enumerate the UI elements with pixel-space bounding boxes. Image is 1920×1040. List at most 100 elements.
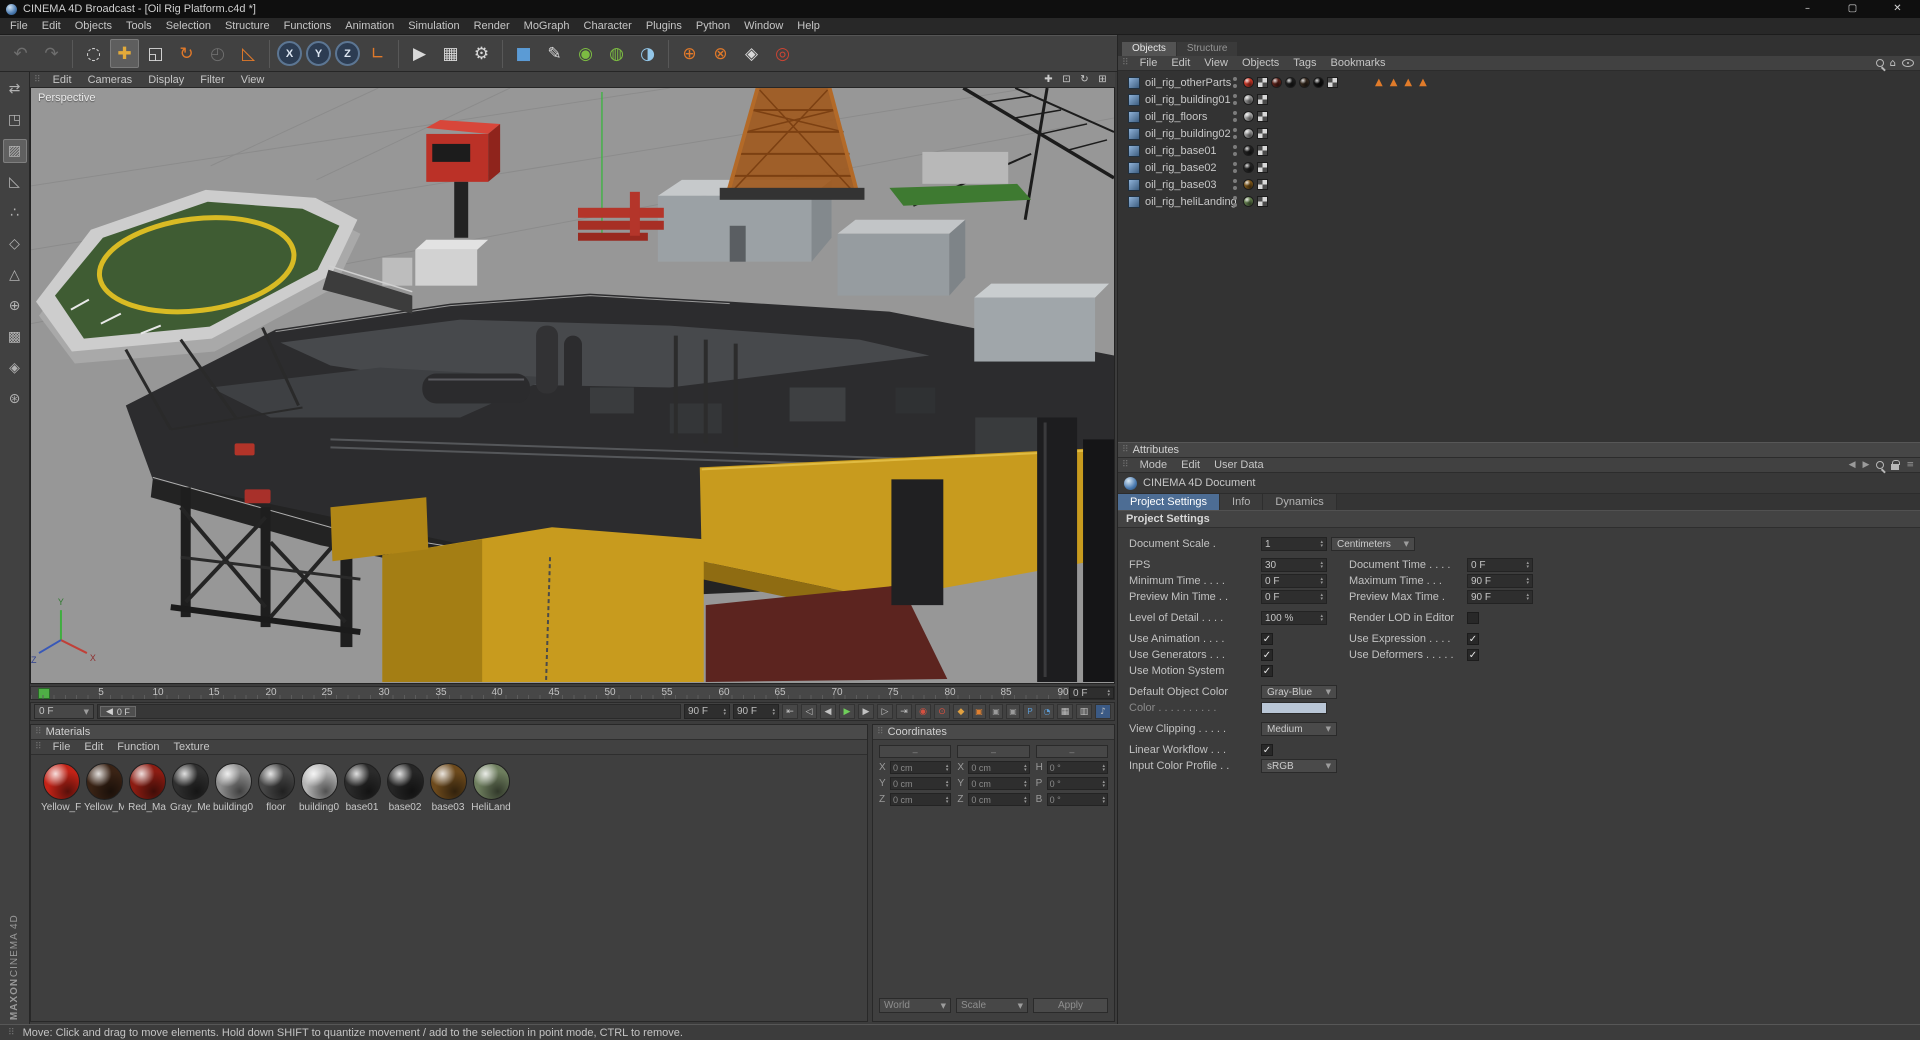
panel-grip-icon[interactable]: ⠿ (31, 742, 46, 752)
workplane-icon[interactable]: ◺ (234, 39, 263, 68)
selection-tags[interactable]: ▲ ▲ ▲ ▲ (1375, 77, 1427, 88)
use-animation-checkbox[interactable]: ✓ (1261, 633, 1273, 645)
menu-item[interactable]: Functions (277, 18, 339, 35)
rotation-h-field[interactable]: 0 ° ▴ ▾ (1046, 761, 1108, 774)
position-y-field[interactable]: 0 cm ▴ ▾ (890, 777, 952, 790)
prev-frame-icon[interactable]: ◀ (820, 704, 836, 719)
material-swatch[interactable]: Yellow_F (41, 763, 81, 813)
material-swatch[interactable]: Red_Ma (127, 763, 167, 813)
material-swatch[interactable]: Yellow_M (84, 763, 124, 813)
preview-max-field[interactable]: 90 F ▴ ▾ (1467, 590, 1533, 604)
viewport-menu-item[interactable]: View (233, 72, 273, 88)
uvw-tag[interactable] (1257, 179, 1268, 190)
polygons-mode-icon[interactable]: △ (3, 263, 27, 287)
material-swatch[interactable]: floor (256, 763, 296, 813)
object-name[interactable]: oil_rig_otherParts (1145, 77, 1231, 89)
material-swatch[interactable]: Gray_Me (170, 763, 210, 813)
attributes-menu-item[interactable]: Edit (1174, 458, 1207, 473)
tab-objects[interactable]: Objects (1122, 42, 1176, 56)
fps-field[interactable]: 30 ▴ ▾ (1261, 558, 1327, 572)
viewport-menu-item[interactable]: Display (140, 72, 192, 88)
timeline-ruler[interactable]: 0 F ▴ ▾ 5 10 15 20 25 30 35 40 45 50 55 60 65 70 75 80 85… (30, 686, 1115, 700)
last-tool-icon[interactable]: ◴ (203, 39, 232, 68)
document-scale-unit-dropdown[interactable]: Centimeters ▼ (1331, 537, 1415, 551)
material-swatch[interactable]: building0 (213, 763, 253, 813)
timeline-end-field[interactable]: 0 F ▴ ▾ (1069, 687, 1114, 699)
menu-item[interactable]: Python (689, 18, 737, 35)
menu-item[interactable]: Simulation (401, 18, 466, 35)
material-preview-sphere[interactable] (171, 763, 209, 800)
eye-icon[interactable] (1902, 59, 1914, 67)
menu-item[interactable]: MoGraph (517, 18, 577, 35)
timeline-slider-handle[interactable]: ◀ 0 F (100, 706, 136, 717)
history-forward-icon[interactable]: ▶ (1863, 460, 1870, 470)
object-name[interactable]: oil_rig_floors (1145, 111, 1207, 123)
record-keyframe-icon[interactable]: ◉ (915, 704, 931, 719)
materials-menu-item[interactable]: File (46, 740, 78, 755)
object-row[interactable]: oil_rig_building01 (1118, 91, 1920, 108)
visibility-dots[interactable] (1232, 145, 1237, 156)
viewport-menu-item[interactable]: Cameras (80, 72, 141, 88)
autokeying-icon[interactable]: ⊙ (934, 704, 950, 719)
object-manager-menu-item[interactable]: Tags (1286, 56, 1323, 71)
material-tag[interactable] (1243, 196, 1254, 207)
points-mode-icon[interactable]: ∴ (3, 201, 27, 225)
key-parameter-icon[interactable]: P (1023, 704, 1037, 719)
frame-field[interactable]: 0 F ▼ (34, 704, 94, 719)
scale-tool-icon[interactable]: ◱ (141, 39, 170, 68)
menu-item[interactable]: Structure (218, 18, 277, 35)
object-row[interactable]: oil_rig_base03 (1118, 176, 1920, 193)
key-pla-icon[interactable]: ◔ (1040, 704, 1054, 719)
material-tag[interactable] (1313, 77, 1324, 88)
sound-toggle-icon[interactable]: ♪ (1095, 704, 1111, 719)
panel-grip-icon[interactable]: ⠿ (1118, 445, 1133, 455)
size-x-field[interactable]: 0 cm ▴ ▾ (968, 761, 1030, 774)
menu-item[interactable]: Character (577, 18, 639, 35)
goto-end-icon[interactable]: ⇥ (896, 704, 912, 719)
object-row[interactable]: oil_rig_floors (1118, 108, 1920, 125)
add-instance-icon[interactable]: ◍ (602, 39, 631, 68)
apply-button[interactable]: Apply (1033, 998, 1108, 1013)
object-manager-menu-item[interactable]: Objects (1235, 56, 1286, 71)
material-preview-sphere[interactable] (42, 763, 80, 800)
menu-item[interactable]: Animation (338, 18, 401, 35)
maximize-button[interactable]: ▢ (1830, 0, 1875, 18)
use-deformers-checkbox[interactable]: ✓ (1467, 649, 1479, 661)
menu-item[interactable]: Plugins (639, 18, 689, 35)
material-preview-sphere[interactable] (214, 763, 252, 800)
material-preview-sphere[interactable] (257, 763, 295, 800)
view-clipping-dropdown[interactable]: Medium ▼ (1261, 722, 1337, 736)
document-time-field[interactable]: 0 F ▴ ▾ (1467, 558, 1533, 572)
play-button[interactable]: ▶ (839, 704, 855, 719)
render-settings-icon[interactable]: ⚙ (467, 39, 496, 68)
position-x-field[interactable]: 0 cm ▴ ▾ (890, 761, 952, 774)
material-preview-sphere[interactable] (128, 763, 166, 800)
rotate-view-icon[interactable]: ↻ (1077, 73, 1092, 86)
panel-grip-icon[interactable]: ⠿ (1118, 460, 1133, 470)
object-name[interactable]: oil_rig_base01 (1145, 145, 1217, 157)
uvw-tag[interactable] (1327, 77, 1338, 88)
object-row[interactable]: oil_rig_heliLanding (1118, 193, 1920, 210)
lock-y-axis-icon[interactable]: Y (306, 41, 331, 66)
lock-z-axis-icon[interactable]: Z (335, 41, 360, 66)
rotate-tool-icon[interactable]: ↻ (172, 39, 201, 68)
color-swatch[interactable] (1261, 702, 1327, 714)
attributes-menu-item[interactable]: Mode (1133, 458, 1175, 473)
use-expression-checkbox[interactable]: ✓ (1467, 633, 1479, 645)
materials-menu-item[interactable]: Edit (77, 740, 110, 755)
visibility-dots[interactable] (1232, 77, 1237, 88)
render-view-icon[interactable]: ▶ (405, 39, 434, 68)
prev-key-icon[interactable]: ◁ (801, 704, 817, 719)
material-preview-sphere[interactable] (343, 763, 381, 800)
menu-item[interactable]: Edit (35, 18, 68, 35)
tab-info[interactable]: Info (1220, 494, 1264, 510)
object-name[interactable]: oil_rig_heliLanding (1145, 196, 1237, 208)
material-preview-sphere[interactable] (300, 763, 338, 800)
panel-grip-icon[interactable]: ⠿ (1118, 58, 1133, 68)
history-back-icon[interactable]: ◀ (1849, 460, 1856, 470)
document-max-field[interactable]: 90 F ▴ ▾ (733, 704, 779, 719)
search-icon[interactable] (1875, 59, 1884, 67)
add-cube-icon[interactable]: ■ (509, 39, 538, 68)
panel-grip-icon[interactable]: ⠿ (30, 75, 45, 85)
add-sky-icon[interactable]: ◑ (633, 39, 662, 68)
